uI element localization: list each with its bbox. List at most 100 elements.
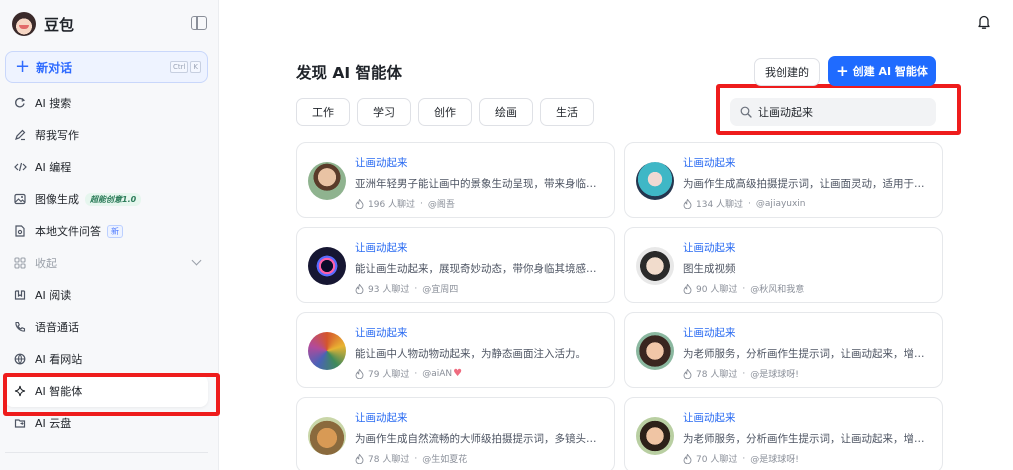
sidebar-item-coding[interactable]: AI 编程 <box>5 151 208 183</box>
agent-author: @秋风和我意 <box>750 285 805 295</box>
sidebar-item-label: 本地文件问答 <box>35 225 101 238</box>
search-icon <box>740 106 752 118</box>
agent-avatar <box>308 247 346 285</box>
agent-avatar <box>636 162 674 200</box>
sparkle-icon <box>13 384 27 398</box>
shortcut-hint: Ctrl K <box>169 61 201 73</box>
sidebar-item-image-gen[interactable]: 图像生成 超能创意1.0 <box>5 183 208 215</box>
grid-icon <box>13 256 27 270</box>
meta-separator: · <box>742 368 746 379</box>
fire-icon <box>683 368 692 379</box>
fire-icon <box>355 198 364 209</box>
code-icon <box>13 160 27 174</box>
create-agent-button[interactable]: + 创建 AI 智能体 <box>828 56 936 86</box>
sidebar-item-writing[interactable]: 帮我写作 <box>5 119 208 151</box>
agent-meta: 93 人聊过 · @宜周四 <box>355 282 458 295</box>
agent-search[interactable] <box>730 98 936 126</box>
agent-card[interactable]: 让画动起来 能让画中人物动物动起来，为静态画面注入活力。 79 人聊过 · @a… <box>296 312 615 388</box>
agent-chat-count: 196 人聊过 <box>368 200 416 210</box>
agent-avatar <box>636 332 674 370</box>
sidebar-item-label: 语音通话 <box>35 321 79 334</box>
creative-badge: 超能创意1.0 <box>85 192 142 206</box>
sidebar-item-web[interactable]: AI 看网站 <box>5 343 208 375</box>
sidebar-item-cloud[interactable]: AI 云盘 <box>5 407 208 439</box>
agent-author: @是球球呀! <box>750 455 799 465</box>
meta-separator: · <box>748 198 751 209</box>
category-tab[interactable]: 绘画 <box>479 98 533 126</box>
agent-author: @ajiayuxin <box>755 198 806 209</box>
sidebar-item-collapse[interactable]: 收起 <box>5 247 208 279</box>
agent-title: 让画动起来 <box>683 157 736 169</box>
category-tab[interactable]: 学习 <box>357 98 411 126</box>
brand-name: 豆包 <box>44 15 75 34</box>
agent-chat-count: 78 人聊过 <box>696 370 738 380</box>
agent-title: 让画动起来 <box>355 157 408 169</box>
agent-card[interactable]: 让画动起来 为画作生成自然流畅的大师级拍摄提示词，多镜头运镜切换 78 人聊过 … <box>296 397 615 470</box>
agent-author: @阁吾 <box>427 200 455 210</box>
new-chat-button[interactable]: + 新对话 Ctrl K <box>5 51 208 83</box>
sidebar-item-label: 帮我写作 <box>35 129 79 142</box>
agent-chat-count: 79 人聊过 <box>368 370 410 380</box>
agent-description: 为画作生成自然流畅的大师级拍摄提示词，多镜头运镜切换 <box>355 433 599 445</box>
sidebar-collapse-icon[interactable] <box>191 16 207 30</box>
agent-description: 为画作生成高级拍摄提示词，让画面灵动，适用于多种场景 <box>683 178 927 190</box>
agent-card[interactable]: 让画动起来 亚洲年轻男子能让画中的景象生动呈现，带来身临其境的体验 196 人聊… <box>296 142 615 218</box>
meta-separator: · <box>742 283 746 294</box>
plus-icon: + <box>836 61 849 80</box>
category-tab[interactable]: 工作 <box>296 98 350 126</box>
agent-title: 让画动起来 <box>355 242 408 254</box>
agent-chat-count: 93 人聊过 <box>368 285 410 295</box>
sidebar-item-label: AI 编程 <box>35 161 72 174</box>
sidebar-item-ai-search[interactable]: AI 搜索 <box>5 87 208 119</box>
agent-meta: 79 人聊过 · @aiAN ♥ <box>355 367 462 380</box>
agent-card[interactable]: 让画动起来 为老师服务，分析画作生提示词，让画动起来，增加课堂趣味 70 人聊过… <box>624 397 943 470</box>
agent-card[interactable]: 让画动起来 图生成视频 90 人聊过 · @秋风和我意 <box>624 227 943 303</box>
agent-chat-count: 134 人聊过 <box>696 200 744 210</box>
category-tab[interactable]: 生活 <box>540 98 594 126</box>
agent-title: 让画动起来 <box>355 327 408 339</box>
sidebar-item-label: 图像生成 <box>35 193 79 206</box>
heart-icon: ♥ <box>453 368 463 379</box>
agent-description: 能让画生动起来，展现奇妙动态，带你身临其境感受画中世界 <box>355 263 599 275</box>
fire-icon <box>683 198 692 209</box>
meta-separator: · <box>414 368 418 379</box>
sidebar-item-voice-call[interactable]: 语音通话 <box>5 311 208 343</box>
agent-avatar <box>308 162 346 200</box>
doubao-avatar-icon <box>12 12 36 36</box>
sidebar-item-label: AI 阅读 <box>35 289 72 302</box>
sidebar-item-file-qa[interactable]: 本地文件问答 新 <box>5 215 208 247</box>
sidebar-item-label: AI 智能体 <box>35 385 83 398</box>
agent-author: @生如夏花 <box>422 455 468 465</box>
bell-icon[interactable] <box>977 14 991 30</box>
agent-card[interactable]: 让画动起来 为画作生成高级拍摄提示词，让画面灵动，适用于多种场景 134 人聊过… <box>624 142 943 218</box>
fire-icon <box>683 453 692 464</box>
sidebar: 豆包 + 新对话 Ctrl K AI 搜索 帮我写作 AI 编程 图像生成 超能… <box>0 0 219 470</box>
fire-icon <box>355 283 364 294</box>
agent-card[interactable]: 让画动起来 能让画生动起来，展现奇妙动态，带你身临其境感受画中世界 93 人聊过… <box>296 227 615 303</box>
agent-author: @是球球呀! <box>750 370 799 380</box>
sidebar-nav: AI 搜索 帮我写作 AI 编程 图像生成 超能创意1.0 本地文件问答 新 收… <box>5 87 208 439</box>
page-title: 发现 AI 智能体 <box>296 64 403 82</box>
chevron-down-icon <box>191 255 202 266</box>
shortcut-key: K <box>190 61 201 73</box>
sidebar-item-reading[interactable]: AI 阅读 <box>5 279 208 311</box>
brand[interactable]: 豆包 <box>12 11 74 37</box>
agent-description: 为老师服务，分析画作生提示词，让画动起来，增加课堂趣味 <box>683 433 927 445</box>
agent-chat-count: 78 人聊过 <box>368 455 410 465</box>
agent-avatar <box>636 247 674 285</box>
sidebar-item-agents[interactable]: AI 智能体 <box>5 375 208 407</box>
search-input[interactable] <box>758 105 918 119</box>
agent-chat-count: 70 人聊过 <box>696 455 738 465</box>
sidebar-item-label: AI 搜索 <box>35 97 72 110</box>
agent-grid: 让画动起来 亚洲年轻男子能让画中的景象生动呈现，带来身临其境的体验 196 人聊… <box>296 142 943 470</box>
new-chat-label: 新对话 <box>36 60 73 75</box>
agent-card[interactable]: 让画动起来 为老师服务，分析画作生提示词，让画动起来，增加课堂趣味 78 人聊过… <box>624 312 943 388</box>
search-refresh-icon <box>13 96 27 110</box>
agent-title: 让画动起来 <box>683 412 736 424</box>
fire-icon <box>683 283 692 294</box>
file-qa-icon <box>13 224 27 238</box>
category-tab[interactable]: 创作 <box>418 98 472 126</box>
meta-separator: · <box>742 453 746 464</box>
meta-separator: · <box>420 198 423 209</box>
my-agents-button[interactable]: 我创建的 <box>754 58 820 86</box>
